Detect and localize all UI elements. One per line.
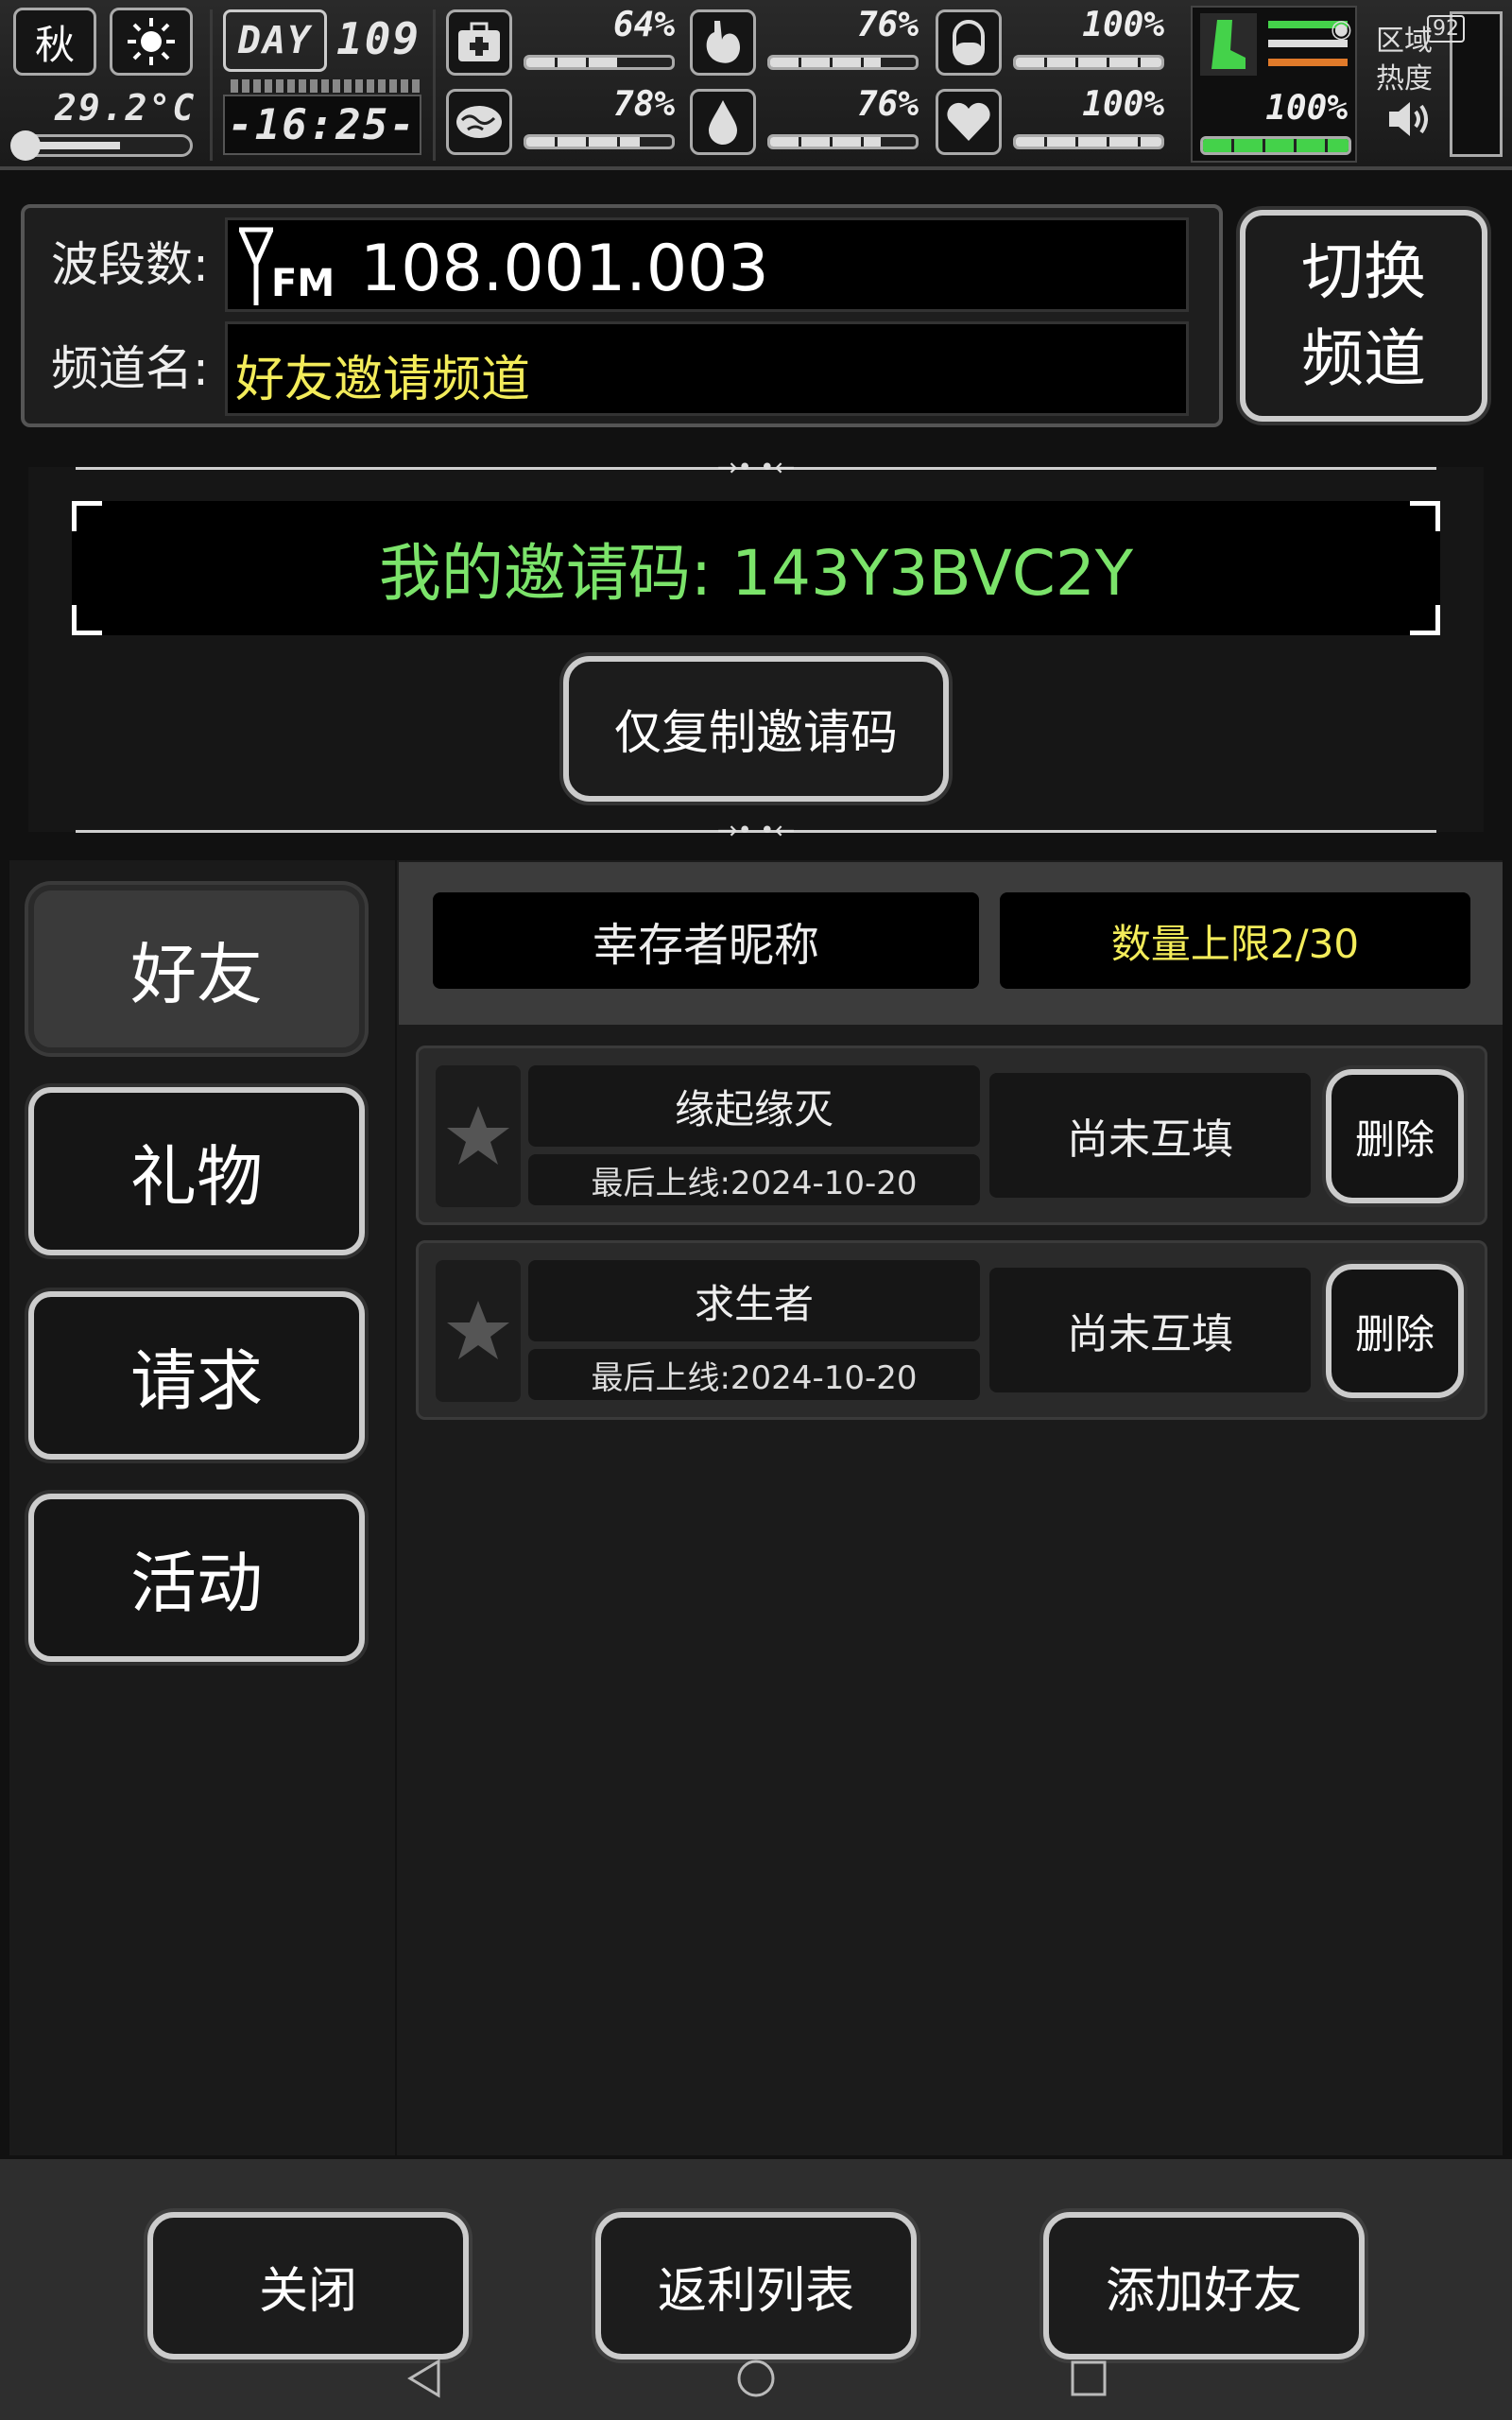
stamina-value: 100% [1265,89,1348,128]
band-field: FM 108.001.003 [225,217,1189,312]
rebate-list-button[interactable]: 返利列表 [595,2212,917,2360]
heart-value: 100% [1082,85,1164,124]
delete-friend-button[interactable]: 删除 [1326,1069,1464,1203]
divider-arrows-bottom-icon: →• •← [716,817,796,845]
divider-arrows-top-icon: →• •← [716,454,796,482]
copy-invite-code-button[interactable]: 仅复制邀请码 [563,656,949,802]
delete-friend-button[interactable]: 删除 [1326,1264,1464,1398]
friend-last-online: 最后上线:2024-10-20 [528,1349,980,1400]
friend-row: 求生者 最后上线:2024-10-20 尚未互填 删除 [416,1240,1487,1420]
sun-icon [110,8,193,76]
tab-gifts[interactable]: 礼物 [28,1087,365,1255]
pill-value: 100% [1082,6,1164,44]
heart-icon [936,89,1002,155]
channel-label: 频道名: [51,341,209,396]
antenna-icon [237,226,275,311]
day-progress [231,79,420,93]
heart-bar [1013,134,1164,149]
status-hud: 秋 29.2°C DAY 109 -16:25- 64% 76% 100% 78… [0,0,1512,170]
nav-recents-icon[interactable] [1068,2358,1109,2403]
water-drop-icon [690,89,756,155]
boot-icon [1200,13,1257,76]
clock-display: -16:25- [223,95,421,155]
pill-bar-fill [1016,58,1161,67]
health-bar-fill [526,58,620,67]
thirst-bar-fill [770,137,882,147]
friend-last-online: 最后上线:2024-10-20 [528,1154,980,1205]
band-prefix: FM [271,262,335,305]
health-bar [524,55,675,70]
header-nickname: 幸存者昵称 [433,892,979,989]
nav-home-icon[interactable] [735,2358,777,2403]
friend-status: 尚未互填 [989,1073,1311,1198]
stamina-bar-fill [1203,139,1349,152]
status-eye-icon: ◉ [1331,15,1352,43]
temperature-readout: 29.2°C [55,87,197,129]
hunger-value: 76% [856,6,919,44]
hunger-bar [767,55,919,70]
nav-back-icon[interactable] [404,2358,446,2403]
tab-requests[interactable]: 请求 [28,1291,365,1460]
mental-bar [524,134,675,149]
band-label: 波段数: [51,237,209,292]
day-badge: DAY [223,9,327,72]
season-icon: 秋 [13,8,96,76]
close-button[interactable]: 关闭 [147,2212,469,2360]
add-friend-button[interactable]: 添加好友 [1043,2212,1365,2360]
friend-row: 缘起缘灭 最后上线:2024-10-20 尚未互填 删除 [416,1046,1487,1225]
stomach-icon [690,9,756,76]
tab-friends[interactable]: 好友 [28,885,365,1053]
heart-bar-fill [1016,137,1161,147]
day-number: 109 [336,13,421,64]
thirst-bar [767,134,919,149]
brain-icon [446,89,512,155]
season-label: 秋 [34,21,75,68]
friend-name: 缘起缘灭 [528,1065,980,1147]
medkit-icon [446,9,512,76]
channel-field: 好友邀请频道 [225,321,1189,416]
health-value: 64% [612,6,675,44]
pill-icon [936,9,1002,76]
pill-bar [1013,55,1164,70]
favorite-star-icon[interactable] [436,1260,521,1402]
band-value: 108.001.003 [360,232,769,306]
channel-value: 好友邀请频道 [235,352,531,408]
hunger-bar-fill [770,58,882,67]
header-friend-limit: 数量上限2/30 [1000,892,1470,989]
tab-events[interactable]: 活动 [28,1494,365,1662]
mental-value: 78% [612,85,675,124]
invite-code-text: 我的邀请码: 143Y3BVC2Y [378,537,1134,610]
thirst-value: 76% [856,85,919,124]
invite-code-box: 我的邀请码: 143Y3BVC2Y [72,501,1440,635]
friend-status: 尚未互填 [989,1268,1311,1392]
mental-bar-fill [526,137,641,147]
favorite-star-icon[interactable] [436,1065,521,1207]
thermometer-icon [10,130,193,161]
battery-indicator: 92 [1427,15,1465,43]
friend-name: 求生者 [528,1260,980,1341]
switch-channel-button[interactable]: 切换 频道 [1240,210,1487,422]
sound-icon[interactable] [1385,98,1433,144]
stamina-bar [1200,136,1351,155]
